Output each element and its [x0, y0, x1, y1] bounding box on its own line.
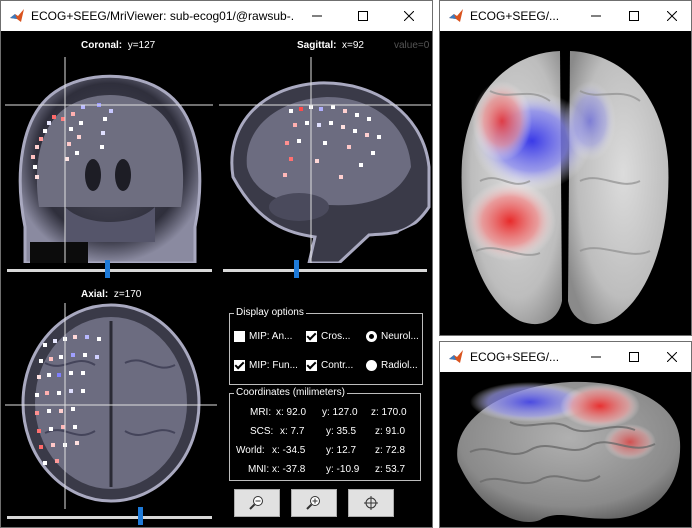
close-icon	[404, 11, 414, 21]
sagittal-view-name: Sagittal	[297, 40, 334, 51]
world-z[interactable]: z: 72.8	[375, 445, 405, 456]
matlab-icon	[10, 9, 24, 22]
option-label: MIP: An...	[249, 331, 293, 342]
coronal-view-name: Coronal	[81, 40, 119, 51]
center-button[interactable]	[348, 489, 394, 517]
checkbox-box[interactable]	[234, 360, 245, 371]
radio-button[interactable]	[366, 331, 377, 342]
sagittal-coord: x=92	[342, 40, 364, 51]
minimize-icon	[591, 15, 601, 17]
mri-viewer-window: ECOG+SEEG/MriViewer: sub-ecog01/@rawsub-…	[0, 0, 433, 528]
close-icon	[667, 11, 677, 21]
world-x[interactable]: x: -34.5	[272, 445, 305, 456]
coronal-coord: y=127	[127, 40, 156, 51]
mri-x[interactable]: x: 92.0	[276, 407, 306, 418]
window-title: ECOG+SEEG/...	[470, 350, 560, 364]
maximize-icon	[629, 352, 639, 362]
radiological-radio[interactable]: Radiol...	[366, 360, 418, 371]
axial-slider[interactable]	[7, 516, 212, 519]
title-bar: ECOG+SEEG/MriViewer: sub-ecog01/@rawsub-…	[1, 1, 432, 31]
checkbox-box[interactable]	[234, 331, 245, 342]
axial-label: Axial: z=170	[81, 289, 142, 300]
axial-view-name: Axial	[81, 289, 105, 300]
zoom-in-icon	[306, 496, 320, 510]
window-title: ECOG+SEEG/MriViewer: sub-ecog01/@rawsub-…	[31, 9, 294, 23]
brain-surface-top-view[interactable]	[440, 31, 691, 335]
sagittal-slider-thumb[interactable]	[294, 260, 300, 278]
minimize-button[interactable]	[577, 1, 615, 31]
viewer-body: Coronal: y=127 Sagittal: x=92 value=0 Ax…	[1, 31, 432, 527]
sagittal-slider[interactable]	[223, 269, 427, 272]
mri-y[interactable]: y: 127.0	[322, 407, 358, 418]
close-button[interactable]	[653, 1, 691, 31]
contrast-checkbox[interactable]: Contr...	[306, 360, 353, 371]
close-button[interactable]	[386, 1, 432, 31]
surface-window-bottom: ECOG+SEEG/...	[439, 341, 692, 528]
maximize-button[interactable]	[615, 342, 653, 372]
maximize-button[interactable]	[340, 1, 386, 31]
matlab-icon	[449, 350, 463, 363]
mip-functional-checkbox[interactable]: MIP: Fun...	[234, 360, 298, 371]
coronal-slider-thumb[interactable]	[105, 260, 111, 278]
option-label: Neurol...	[381, 331, 419, 342]
mni-z[interactable]: z: 53.7	[375, 464, 405, 475]
radio-button[interactable]	[366, 360, 377, 371]
minimize-icon	[591, 356, 601, 358]
coronal-view[interactable]	[5, 57, 213, 263]
checkbox-box[interactable]	[306, 360, 317, 371]
scs-z[interactable]: z: 91.0	[375, 426, 405, 437]
window-title: ECOG+SEEG/...	[470, 9, 560, 23]
display-options-panel: Display options MIP: An... Cros... Neuro…	[229, 307, 423, 385]
crosshair-checkbox[interactable]: Cros...	[306, 331, 350, 342]
coronal-label: Coronal: y=127	[81, 40, 156, 51]
crosshair-icon	[364, 496, 378, 510]
neurological-radio[interactable]: Neurol...	[366, 331, 419, 342]
mni-x[interactable]: x: -37.8	[272, 464, 305, 475]
mri-label: MRI:	[250, 407, 272, 418]
sagittal-label: Sagittal: x=92	[297, 40, 364, 51]
minimize-button[interactable]	[294, 1, 340, 31]
coordinates-title: Coordinates (milimeters)	[234, 387, 347, 398]
option-label: Cros...	[321, 331, 351, 342]
coordinates-panel: Coordinates (milimeters) MRI: x: 92.0 y:…	[229, 387, 421, 481]
value-readout: value=0	[394, 40, 430, 51]
mni-label: MNI:	[248, 464, 270, 475]
matlab-icon	[449, 9, 463, 22]
option-label: Contr...	[321, 360, 354, 371]
zoom-out-icon	[249, 496, 263, 510]
axial-slider-thumb[interactable]	[138, 507, 144, 525]
zoom-out-button[interactable]	[234, 489, 280, 517]
sagittal-view[interactable]	[219, 57, 431, 263]
title-bar: ECOG+SEEG/...	[440, 1, 691, 31]
option-label: Radiol...	[381, 360, 418, 371]
surface-window-top: ECOG+SEEG/...	[439, 0, 692, 336]
title-bar: ECOG+SEEG/...	[440, 342, 691, 372]
world-y[interactable]: y: 12.7	[326, 445, 356, 456]
axial-view[interactable]	[5, 303, 217, 509]
mni-y[interactable]: y: -10.9	[326, 464, 359, 475]
maximize-button[interactable]	[615, 1, 653, 31]
scs-x[interactable]: x: 7.7	[280, 426, 304, 437]
close-button[interactable]	[653, 342, 691, 372]
minimize-icon	[312, 15, 322, 17]
brain-surface-side-view[interactable]	[440, 372, 691, 527]
scs-y[interactable]: y: 35.5	[326, 426, 356, 437]
close-icon	[667, 352, 677, 362]
axial-coord: z=170	[113, 289, 142, 300]
scs-label: SCS:	[250, 426, 274, 437]
mri-z[interactable]: z: 170.0	[371, 407, 407, 418]
option-label: MIP: Fun...	[249, 360, 298, 371]
minimize-button[interactable]	[577, 342, 615, 372]
mip-anatomy-checkbox[interactable]: MIP: An...	[234, 331, 292, 342]
display-options-title: Display options	[234, 307, 306, 318]
maximize-icon	[358, 11, 368, 21]
world-label: World:	[236, 445, 265, 456]
maximize-icon	[629, 11, 639, 21]
checkbox-box[interactable]	[306, 331, 317, 342]
zoom-in-button[interactable]	[291, 489, 337, 517]
